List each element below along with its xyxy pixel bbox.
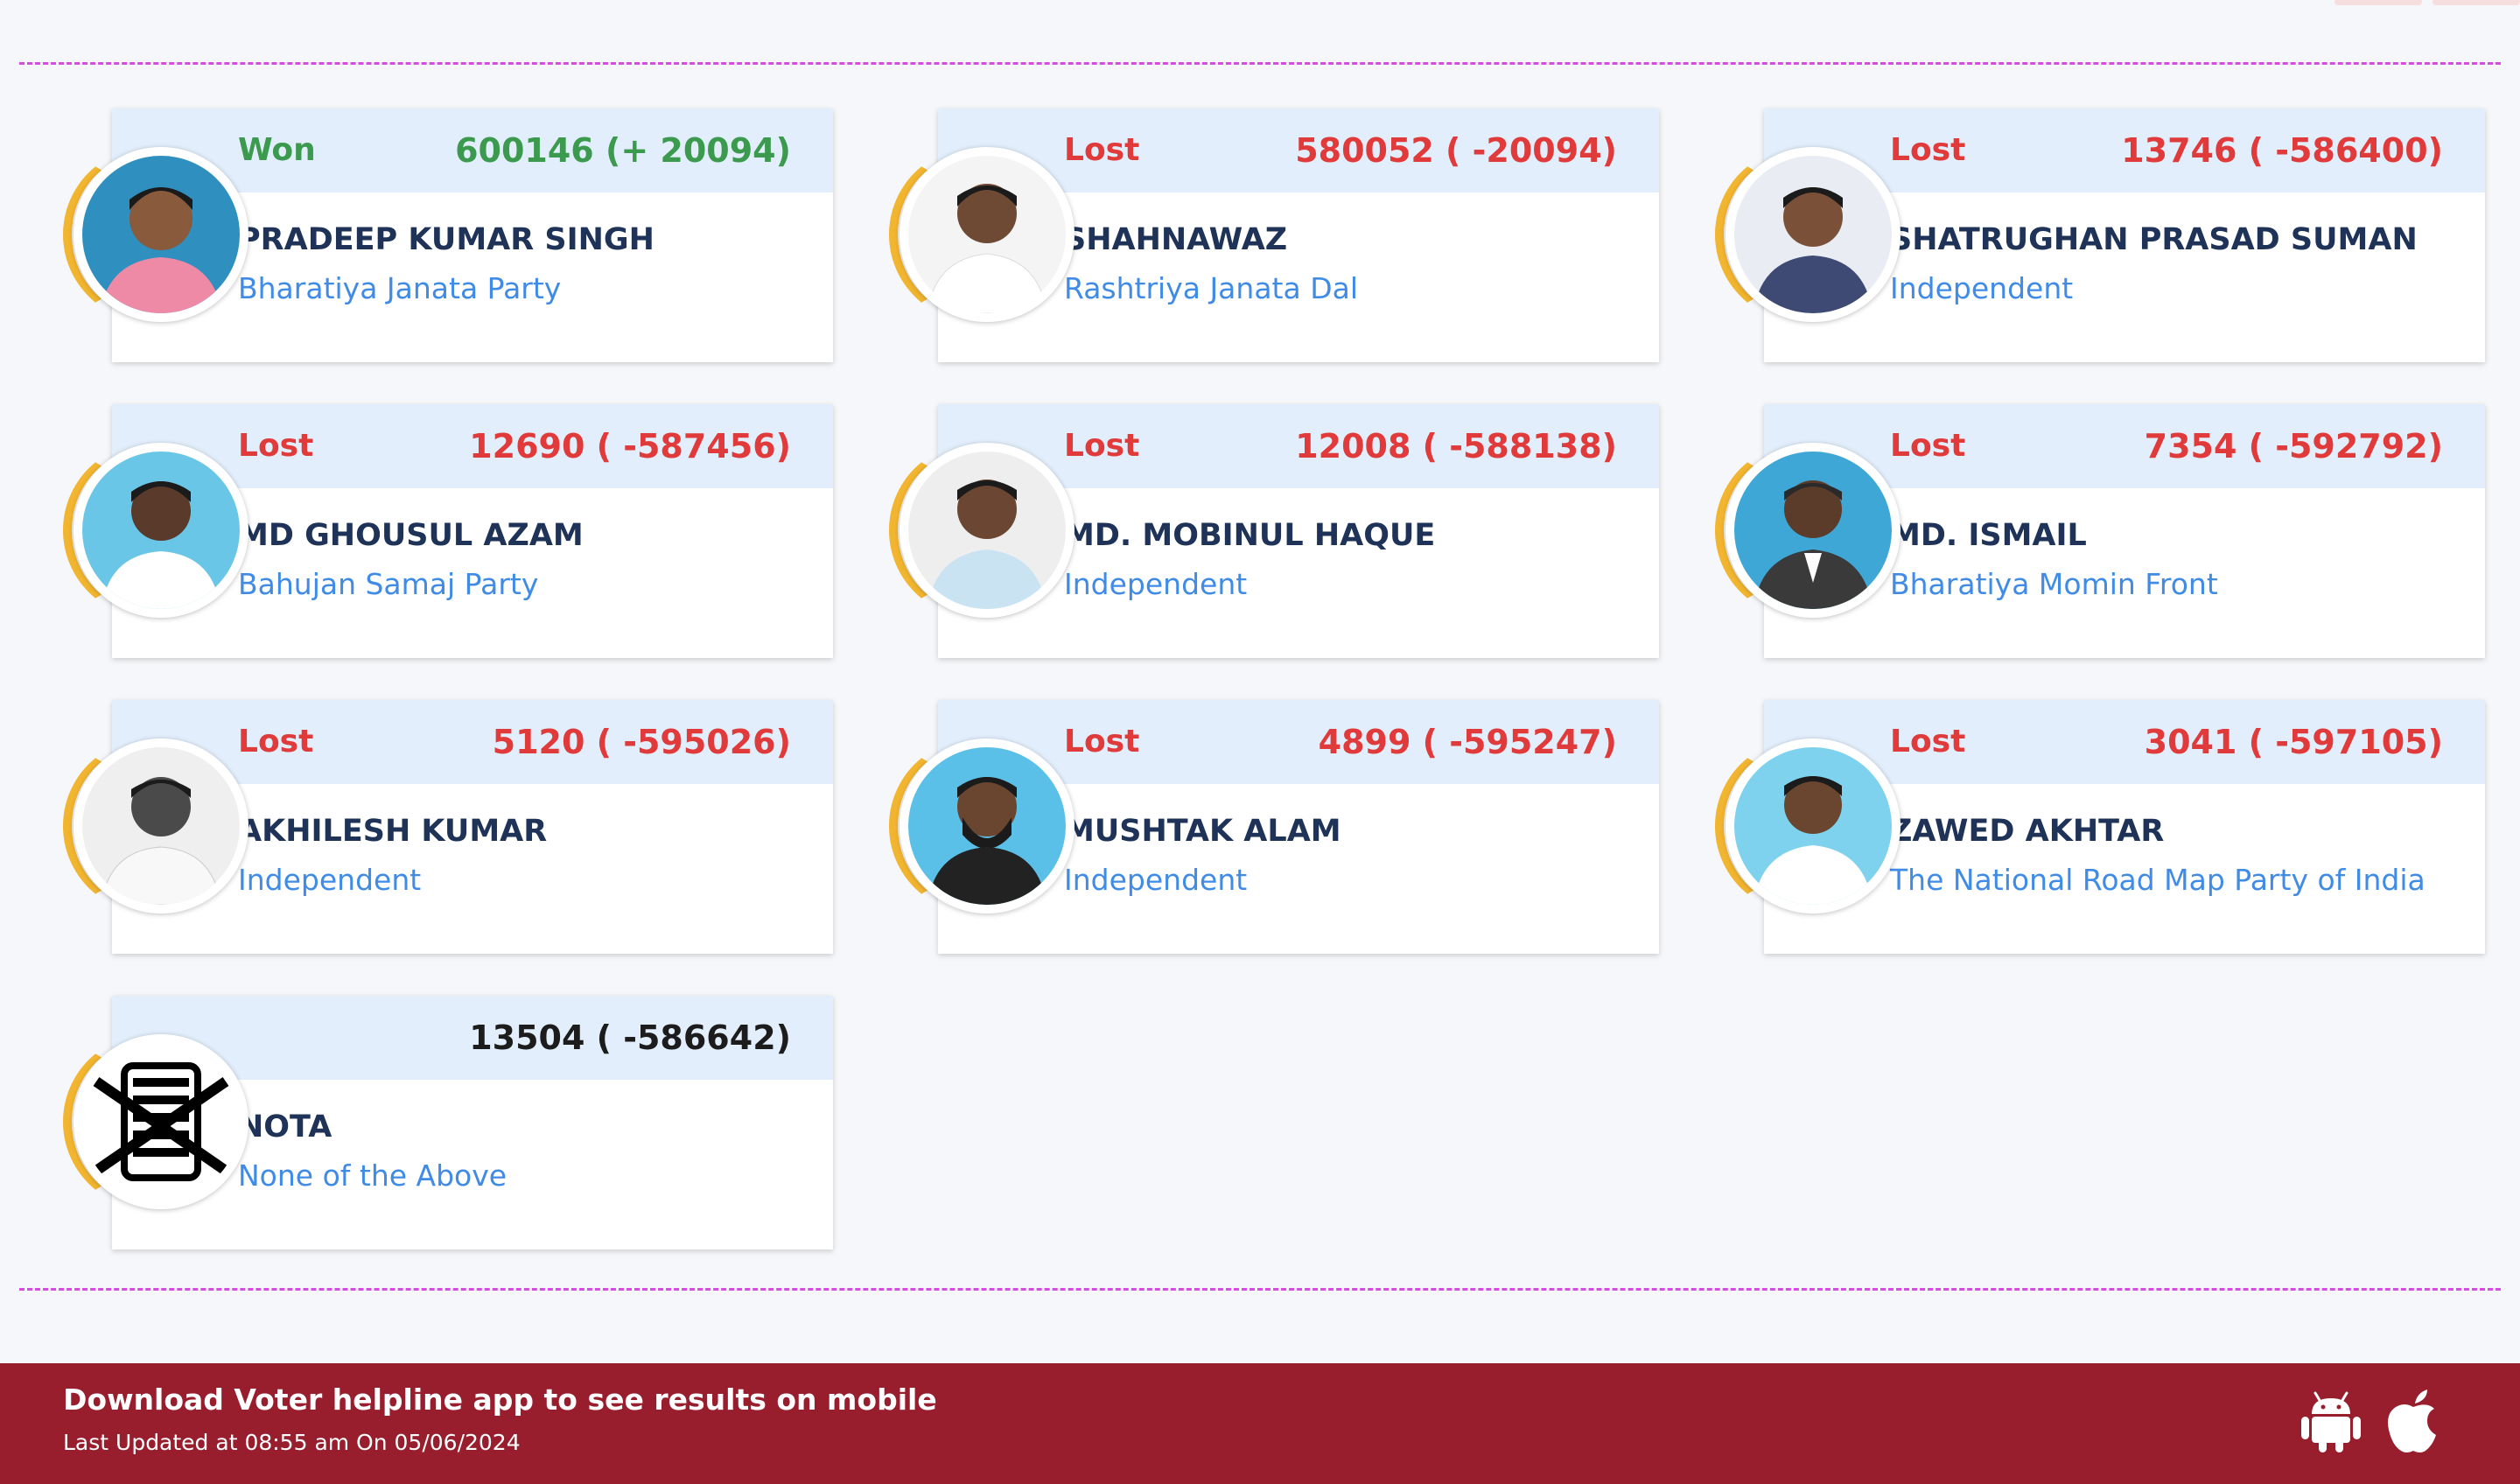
candidate-card[interactable]: Lost 5120 ( -595026) AKHILESH KUMAR Inde… — [33, 700, 866, 954]
party-name: Independent — [1890, 271, 2074, 305]
result-status: Lost — [238, 428, 314, 464]
person-silhouette-icon — [908, 747, 1066, 905]
candidate-name: ZAWED AKHTAR — [1890, 814, 2165, 849]
party-name: Bharatiya Janata Party — [238, 271, 562, 305]
person-silhouette-icon — [908, 156, 1066, 313]
candidate-name: NOTA — [238, 1110, 332, 1144]
vote-count: 3041 ( -597105) — [2144, 723, 2443, 761]
result-status: Lost — [1890, 724, 1966, 760]
candidate-photo — [74, 443, 248, 618]
vote-count: 600146 (+ 20094) — [455, 131, 791, 170]
party-name: The National Road Map Party of India — [1890, 863, 2426, 897]
candidate-photo — [74, 1034, 248, 1209]
candidate-card[interactable]: Lost 3041 ( -597105) ZAWED AKHTAR The Na… — [1685, 700, 2518, 954]
candidate-photo — [74, 147, 248, 322]
candidate-photo — [900, 443, 1074, 618]
vote-count: 13746 ( -586400) — [2121, 131, 2443, 170]
candidate-photo — [1726, 147, 1900, 322]
footer-bar: Download Voter helpline app to see resul… — [0, 1363, 2520, 1484]
candidate-card[interactable]: Lost 12690 ( -587456) MD GHOUSUL AZAM Ba… — [33, 404, 866, 658]
person-silhouette-icon — [1734, 747, 1892, 905]
candidate-card[interactable]: Lost 12008 ( -588138) MD. MOBINUL HAQUE … — [859, 404, 1692, 658]
candidate-name: AKHILESH KUMAR — [238, 814, 548, 849]
top-tab-stubs — [2310, 0, 2520, 5]
party-name: Independent — [1064, 567, 1248, 601]
party-name: Bharatiya Momin Front — [1890, 567, 2218, 601]
nota-ballot-icon — [82, 1043, 240, 1200]
candidate-name: MD. ISMAIL — [1890, 518, 2087, 553]
top-tab-stub[interactable] — [2432, 0, 2520, 5]
result-status: Lost — [1064, 132, 1140, 168]
party-name: None of the Above — [238, 1158, 508, 1193]
android-icon[interactable] — [2300, 1388, 2362, 1454]
result-status: Won — [238, 132, 316, 168]
candidate-name: MD. MOBINUL HAQUE — [1064, 518, 1436, 553]
result-status: Lost — [238, 724, 314, 760]
vote-count: 7354 ( -592792) — [2144, 427, 2443, 466]
candidate-card[interactable]: Lost 7354 ( -592792) MD. ISMAIL Bharatiy… — [1685, 404, 2518, 658]
vote-count: 12008 ( -588138) — [1295, 427, 1617, 466]
party-name: Independent — [238, 863, 422, 897]
candidate-card[interactable]: Lost 580052 ( -20094) SHAHNAWAZ Rashtriy… — [859, 108, 1692, 362]
result-status: Lost — [1890, 132, 1966, 168]
vote-count: 13504 ( -586642) — [469, 1018, 791, 1057]
candidate-photo — [74, 738, 248, 914]
candidate-name: SHAHNAWAZ — [1064, 222, 1288, 257]
person-silhouette-icon — [1734, 156, 1892, 313]
candidate-name: MUSHTAK ALAM — [1064, 814, 1341, 849]
app-download-message: Download Voter helpline app to see resul… — [63, 1382, 937, 1417]
candidate-photo — [900, 738, 1074, 914]
vote-count: 12690 ( -587456) — [469, 427, 791, 466]
vote-count: 5120 ( -595026) — [492, 723, 791, 761]
apple-icon[interactable] — [2382, 1388, 2445, 1454]
person-silhouette-icon — [82, 452, 240, 609]
result-status: Lost — [1890, 428, 1966, 464]
top-tab-stub[interactable] — [2334, 0, 2422, 5]
candidate-name: MD GHOUSUL AZAM — [238, 518, 584, 553]
person-silhouette-icon — [82, 747, 240, 905]
candidate-card[interactable]: Lost 13746 ( -586400) SHATRUGHAN PRASAD … — [1685, 108, 2518, 362]
vote-count: 4899 ( -595247) — [1318, 723, 1617, 761]
person-silhouette-icon — [1734, 452, 1892, 609]
candidate-card[interactable]: Won 600146 (+ 20094) PRADEEP KUMAR SINGH… — [33, 108, 866, 362]
result-status: Lost — [1064, 724, 1140, 760]
section-divider — [19, 1288, 2501, 1291]
result-status: Lost — [1064, 428, 1140, 464]
party-name: Independent — [1064, 863, 1248, 897]
candidate-name: SHATRUGHAN PRASAD SUMAN — [1890, 222, 2418, 257]
party-name: Rashtriya Janata Dal — [1064, 271, 1358, 305]
candidate-photo — [1726, 443, 1900, 618]
last-updated-text: Last Updated at 08:55 am On 05/06/2024 — [63, 1430, 521, 1455]
vote-count: 580052 ( -20094) — [1295, 131, 1617, 170]
nota-card[interactable]: 13504 ( -586642) NOTA None of the Above — [33, 996, 866, 1250]
party-name: Bahujan Samaj Party — [238, 567, 539, 601]
person-silhouette-icon — [908, 452, 1066, 609]
candidate-photo — [1726, 738, 1900, 914]
candidate-photo — [900, 147, 1074, 322]
candidate-name: PRADEEP KUMAR SINGH — [238, 222, 654, 257]
section-divider — [19, 62, 2501, 65]
candidate-card[interactable]: Lost 4899 ( -595247) MUSHTAK ALAM Indepe… — [859, 700, 1692, 954]
person-silhouette-icon — [82, 156, 240, 313]
